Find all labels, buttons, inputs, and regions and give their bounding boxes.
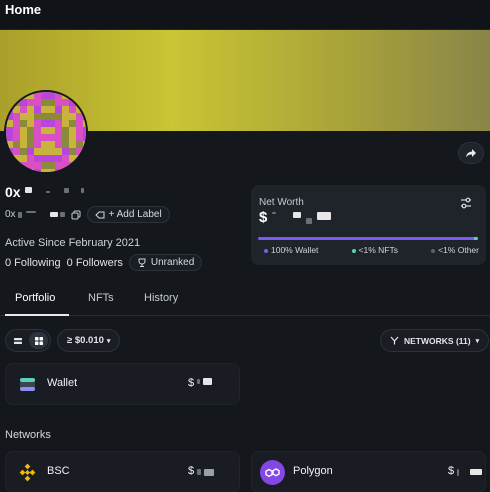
share-icon: [466, 149, 476, 158]
legend-other: <1% Other: [431, 245, 479, 255]
address-redacted: [80, 187, 84, 193]
network-card-polygon[interactable]: Polygon $: [251, 451, 486, 492]
tab-portfolio[interactable]: Portfolio: [15, 292, 55, 304]
tab-history[interactable]: History: [144, 292, 178, 304]
list-view-icon: [13, 337, 22, 344]
share-button[interactable]: [458, 142, 484, 164]
address-prefix: 0x: [5, 184, 21, 200]
following-link[interactable]: 0 Following: [5, 257, 61, 269]
copy-button[interactable]: [71, 210, 81, 220]
wallet-card-value: $: [188, 377, 213, 389]
profile-tabs: Portfolio NFTs History: [0, 284, 490, 316]
wallet-address: 0x: [5, 184, 84, 200]
wallet-card[interactable]: Wallet $: [5, 363, 240, 405]
grid-view-button[interactable]: [29, 332, 48, 349]
network-card-bsc[interactable]: BSC $: [5, 451, 240, 492]
networks-section-label: Networks: [5, 429, 51, 441]
network-value: $: [188, 465, 215, 477]
net-worth-value: $: [259, 209, 332, 226]
net-worth-settings-button[interactable]: [458, 195, 474, 211]
networks-filter-dropdown[interactable]: NETWORKS (11) ▾: [380, 329, 490, 352]
rank-badge[interactable]: Unranked: [128, 254, 203, 271]
network-name: Polygon: [293, 465, 333, 477]
net-worth-legend: 100% Wallet <1% NFTs <1% Other: [264, 245, 479, 255]
legend-nfts: <1% NFTs: [351, 245, 398, 255]
address-row: 0x + Add Label: [5, 206, 170, 223]
view-toggle: [5, 329, 51, 352]
polygon-icon: [260, 460, 285, 485]
address-redacted: [63, 187, 69, 193]
net-worth-card: Net Worth $ 100% Wallet <1% NFTs <1% Oth…: [251, 185, 486, 265]
followers-link[interactable]: 0 Followers: [67, 257, 123, 269]
portfolio-toolbar: ≥ $0.010 ▾: [5, 329, 121, 352]
follow-row: 0 Following 0 Followers Unranked: [5, 254, 203, 271]
address-redacted: [45, 191, 50, 193]
net-worth-label: Net Worth: [259, 197, 304, 208]
value-threshold-dropdown[interactable]: ≥ $0.010 ▾: [57, 329, 121, 352]
chevron-down-icon: ▾: [475, 337, 480, 345]
net-worth-bar-nfts: [474, 237, 478, 240]
chevron-down-icon: ▾: [106, 337, 111, 345]
address-short: 0x: [5, 209, 65, 220]
network-filter-icon: [390, 336, 399, 345]
bsc-icon: [18, 463, 37, 482]
legend-other-dot: [431, 248, 436, 253]
wallet-card-name: Wallet: [47, 377, 78, 389]
net-worth-breakdown-bar: [258, 237, 478, 240]
legend-wallet: 100% Wallet: [264, 245, 318, 255]
list-view-button[interactable]: [8, 332, 27, 349]
network-value: $: [448, 465, 483, 477]
tag-icon: [94, 211, 105, 218]
trophy-icon: [138, 258, 146, 267]
grid-view-icon: [34, 336, 43, 345]
sliders-icon: [461, 197, 471, 209]
top-bar: Home: [0, 0, 490, 30]
avatar: [4, 90, 88, 174]
legend-nfts-dot: [351, 248, 356, 253]
legend-wallet-dot: [264, 248, 268, 253]
tab-nfts[interactable]: NFTs: [88, 292, 114, 304]
page-title: Home: [5, 2, 42, 17]
copy-icon: [71, 210, 81, 219]
add-label-button[interactable]: + Add Label: [86, 206, 170, 223]
network-name: BSC: [47, 465, 70, 477]
active-tab-indicator: [5, 314, 69, 316]
active-since: Active Since February 2021: [5, 237, 141, 249]
address-redacted: [24, 187, 32, 193]
wallet-icon: [18, 375, 37, 394]
